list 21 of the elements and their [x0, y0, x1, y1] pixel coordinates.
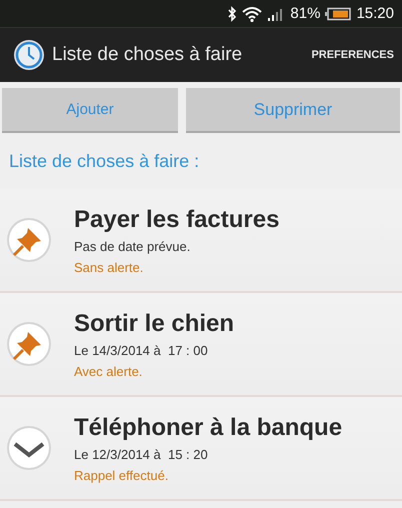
- task-date: Le 12/3/2014 à 15 : 20: [74, 446, 209, 462]
- task-date: Le 14/3/2014 à 17 : 00: [74, 342, 209, 358]
- clock-icon: [13, 39, 45, 71]
- task-title: Payer les factures: [74, 206, 280, 234]
- wifi-icon: [242, 6, 262, 22]
- alert-status: Sans alerte.: [74, 260, 144, 274]
- task-title: Téléphoner à la banque: [74, 414, 342, 442]
- battery-percent: 81%: [290, 5, 320, 22]
- preferences-menu[interactable]: PREFERENCES: [311, 49, 394, 61]
- list-heading: Liste de choses à faire :: [8, 150, 200, 173]
- pushpin-icon: [6, 321, 52, 367]
- app-title: Liste de choses à faire: [52, 44, 244, 66]
- checkmark-icon: [6, 425, 52, 471]
- task-title: Sortir le chien: [74, 310, 234, 338]
- alert-status: Rappel effectué.: [74, 468, 170, 482]
- battery-icon: [325, 6, 352, 20]
- clock-time: 15:20: [356, 5, 394, 22]
- alert-status: Avec alerte.: [74, 364, 144, 378]
- bluetooth-icon: [227, 6, 238, 22]
- task-date: Pas de date prévue.: [74, 238, 192, 254]
- pushpin-icon: [6, 217, 52, 263]
